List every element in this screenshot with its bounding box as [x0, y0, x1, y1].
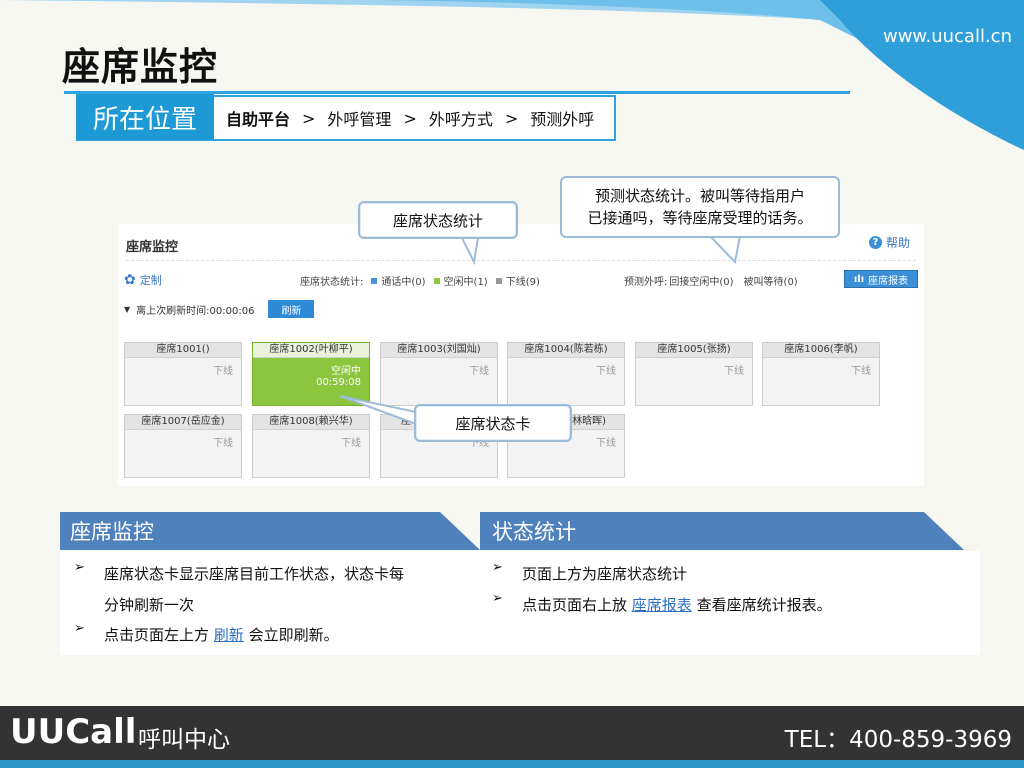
list-item: ➢ 点击页面左上方 刷新 会立即刷新。 — [74, 620, 474, 651]
bullet-text: 页面上方为座席状态统计 — [522, 565, 688, 583]
brand-logo: UUCall — [10, 712, 137, 752]
agent-report-link[interactable]: 座席报表 — [632, 596, 692, 614]
callout-status-stats-text: 座席状态统计 — [392, 211, 483, 230]
callout-status-card: 座席状态卡 — [414, 404, 572, 442]
bullet-text: 座席状态卡显示座席目前工作状态，状态卡每 分钟刷新一次 — [104, 565, 405, 614]
callout-predictive-line1: 预测状态统计。被叫等待指用户 — [594, 187, 805, 205]
section-title-status-stats: 状态统计 — [492, 520, 576, 544]
refresh-link[interactable]: 刷新 — [214, 626, 244, 644]
section-title-agent-monitor: 座席监控 — [70, 520, 154, 544]
callout-status-stats: 座席状态统计 — [358, 201, 518, 239]
brand-subtitle: 呼叫中心 — [138, 727, 230, 753]
arrow-bullet-icon: ➢ — [492, 591, 503, 606]
arrow-bullet-icon: ➢ — [492, 560, 503, 575]
footer-telephone: TEL：400-859-3969 — [784, 727, 1012, 753]
bullet-text: 点击页面右上放 座席报表 查看座席统计报表。 — [522, 596, 832, 614]
section-body-agent-monitor: ➢ 座席状态卡显示座席目前工作状态，状态卡每 分钟刷新一次 ➢ 点击页面左上方 … — [60, 551, 480, 655]
arrow-bullet-icon: ➢ — [74, 560, 85, 575]
list-item: ➢ 页面上方为座席状态统计 — [492, 559, 972, 590]
arrow-bullet-icon: ➢ — [74, 621, 85, 636]
list-item: ➢ 座席状态卡显示座席目前工作状态，状态卡每 分钟刷新一次 — [74, 559, 474, 621]
callout-predictive-stats: 预测状态统计。被叫等待指用户 已接通吗，等待座席受理的话务。 — [560, 176, 840, 238]
list-item: ➢ 点击页面右上放 座席报表 查看座席统计报表。 — [492, 590, 972, 621]
footer-strip — [0, 760, 1024, 768]
callout-predictive-line2: 已接通吗，等待座席受理的话务。 — [587, 209, 813, 227]
callout-status-card-text: 座席状态卡 — [455, 414, 531, 433]
section-body-status-stats: ➢ 页面上方为座席状态统计 ➢ 点击页面右上放 座席报表 查看座席统计报表。 — [480, 551, 980, 655]
bullet-text: 点击页面左上方 刷新 会立即刷新。 — [104, 626, 339, 644]
